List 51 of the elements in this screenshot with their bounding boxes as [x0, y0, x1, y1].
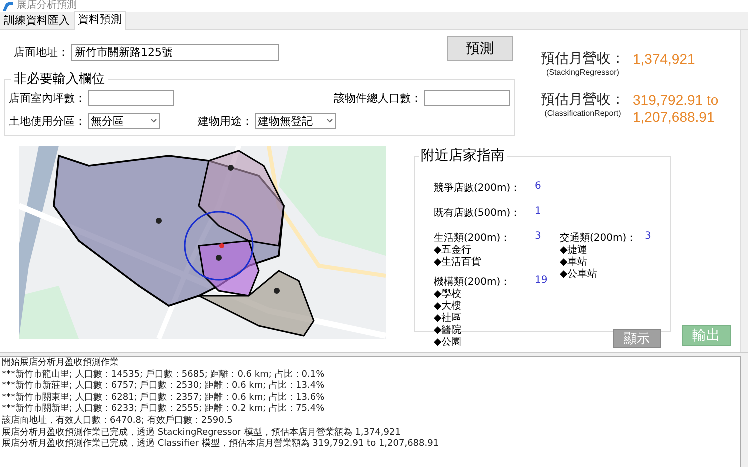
- category-count: 3: [645, 231, 652, 244]
- address-field[interactable]: 新竹市關新路125號: [71, 44, 279, 60]
- group-title: 非必要輸入欄位: [13, 71, 106, 88]
- result-label: 預估月營收：: [541, 50, 625, 68]
- log-line: ***新竹市龍山里; 人口數：14535; 戶口數：5685; 距離：0.6 km; 占比：0.1%: [2, 370, 326, 380]
- count-label: 既有店數(500m)：: [434, 206, 522, 218]
- count-value: 6: [535, 181, 542, 193]
- model-name: (StackingRegressor): [546, 68, 620, 77]
- result-label: 預估月營收：: [541, 91, 625, 109]
- category-label: 生活類(200m)：: [434, 232, 512, 245]
- field-label: 建物用途：: [198, 114, 253, 128]
- address-label: 店面地址：: [14, 44, 69, 60]
- log-line: ***新竹市新莊里; 人口數：6757; 戶口數：2530; 距離：0.6 km; 占比：13.4%: [2, 381, 326, 392]
- result-value: 319,792.91 to 1,207,688.91: [633, 91, 720, 126]
- category-count: 3: [535, 231, 542, 244]
- log-line: ***新竹市關東里; 人口數：6281; 戶口數：2357; 距離：0.6 km; 占比：13.6%: [2, 392, 326, 404]
- field-label: 店面室內坪數：: [9, 90, 86, 106]
- caret-icon: [327, 119, 333, 123]
- category-item: ◆公園: [434, 337, 462, 349]
- log-line: 展店分析月盈收預測作業已完成，透過 Classifier 模型，預估本店月營業額為 319,792.91 to 1,207,688.91: [2, 439, 440, 451]
- field-label: 該物件總人口數：: [334, 90, 422, 106]
- tab[interactable]: 資料預測: [74, 11, 126, 30]
- input-field[interactable]: [88, 90, 174, 106]
- app-logo-icon: [3, 2, 13, 10]
- log-line: ***新竹市關新里; 人口數：6233; 戶口數：2555; 距離：0.2 km; 占比：75.4%: [2, 404, 326, 416]
- category-item: ◆醫院: [434, 325, 462, 337]
- model-name: (ClassificationReport): [544, 109, 622, 118]
- dropdown[interactable]: 無分區: [88, 113, 160, 129]
- result-value: 1,374,921: [633, 50, 696, 68]
- category-count: 19: [535, 275, 548, 288]
- input-field[interactable]: [424, 90, 510, 106]
- log-line: 開始展店分析月盈收預測作業: [2, 358, 120, 370]
- log-line: 展店分析月盈收預測作業已完成，透過 StackingRegressor 模型，預估本店月營業額為 1,374,921: [2, 428, 402, 438]
- dropdown[interactable]: 建物無登記: [255, 113, 336, 129]
- category-item: ◆五金行: [434, 245, 472, 256]
- category-item: ◆學校: [434, 289, 462, 300]
- field-label: 土地使用分區：: [9, 114, 86, 128]
- category-item: ◆社區: [434, 313, 462, 324]
- count-label: 競爭店數(200m)：: [434, 182, 522, 193]
- group-title: 附近店家指南: [420, 147, 506, 165]
- category-label: 機構類(200m)：: [434, 276, 512, 288]
- caret-icon: [151, 119, 157, 123]
- category-item: ◆生活百貨: [434, 257, 482, 269]
- log-line: 該店面地址，有效人口數：6470.8; 有效戶口數：2590.5: [2, 416, 234, 428]
- category-label: 交通類(200m)：: [560, 232, 638, 244]
- category-item: ◆公車站: [560, 269, 598, 281]
- predict-button[interactable]: 預測: [447, 36, 513, 61]
- count-value: 1: [535, 206, 542, 218]
- category-item: ◆大樓: [434, 301, 462, 312]
- category-item: ◆捷運: [560, 245, 588, 256]
- category-item: ◆車站: [560, 257, 588, 268]
